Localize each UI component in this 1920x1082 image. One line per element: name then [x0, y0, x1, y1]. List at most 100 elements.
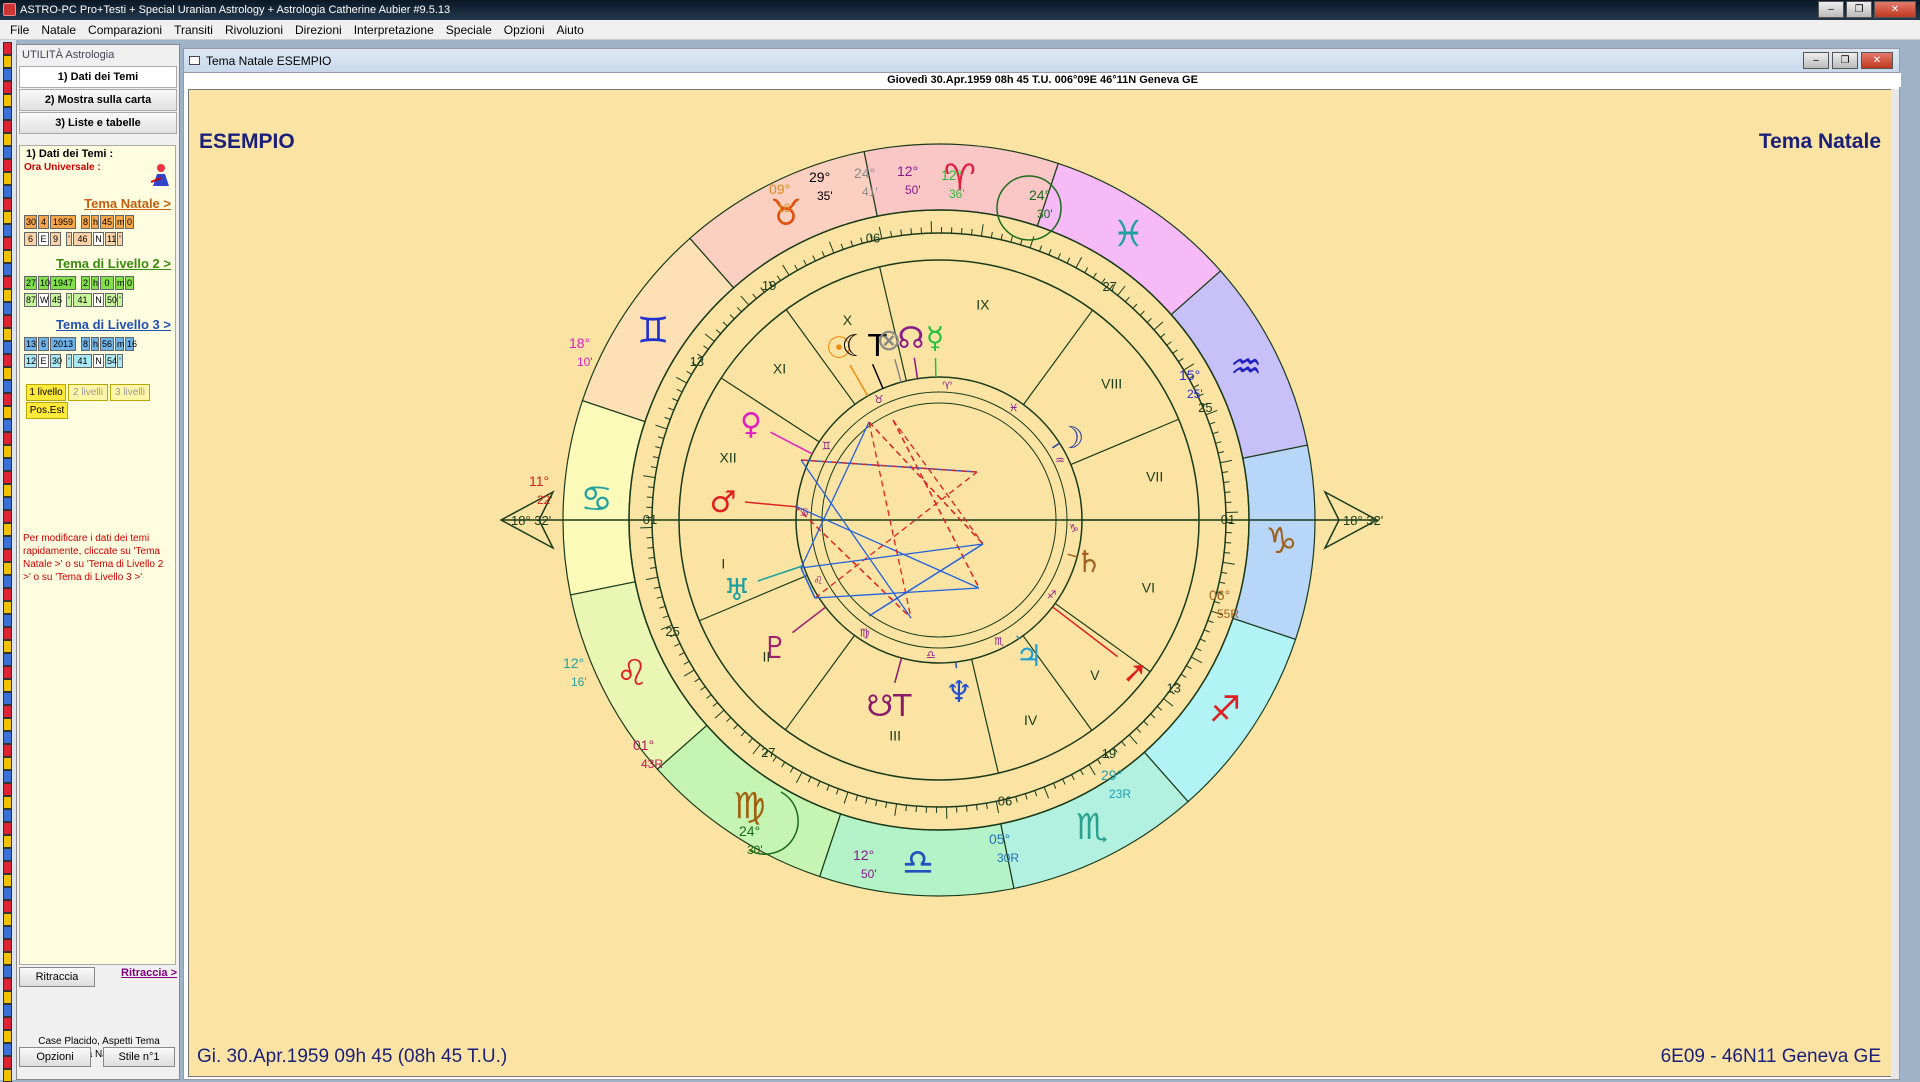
planet-venus: ♀	[740, 407, 762, 442]
data-cell[interactable]: h	[91, 215, 99, 229]
data-cell[interactable]: 0	[100, 276, 114, 290]
tema3-date-row[interactable]: 1362013 8h56m16	[24, 337, 134, 351]
stripe-block	[3, 172, 12, 185]
child-close-button[interactable]: ✕	[1861, 52, 1893, 69]
data-cell[interactable]: 8	[81, 215, 90, 229]
menu-interpretazione[interactable]: Interpretazione	[348, 23, 440, 37]
data-cell[interactable]: '	[66, 354, 72, 368]
livello1-button[interactable]: 1 livello	[26, 384, 66, 401]
degree-tick	[726, 718, 730, 722]
data-cell[interactable]: 16	[125, 337, 134, 351]
menu-opzioni[interactable]: Opzioni	[498, 23, 551, 37]
data-cell[interactable]: 2013	[50, 337, 76, 351]
data-cell[interactable]: h	[91, 337, 99, 351]
data-cell[interactable]: 9	[50, 232, 61, 246]
degree-tick	[790, 767, 793, 772]
data-cell[interactable]: N	[93, 293, 104, 307]
minimize-button[interactable]: ‒	[1818, 1, 1844, 18]
data-cell[interactable]: 41	[73, 354, 92, 368]
tema-natale-coord-row[interactable]: 6E9'46N11'	[24, 232, 123, 246]
data-cell[interactable]: 45	[100, 215, 114, 229]
child-restore-button[interactable]: ❐	[1832, 52, 1858, 69]
data-cell[interactable]: 87	[24, 293, 37, 307]
livello3-button[interactable]: 3 livelli	[110, 384, 150, 401]
degree-tick	[1173, 350, 1178, 353]
data-cell[interactable]: 11	[105, 232, 116, 246]
menu-transiti[interactable]: Transiti	[168, 23, 219, 37]
degree-tick	[1213, 432, 1219, 434]
data-cell[interactable]: '	[117, 232, 123, 246]
data-cell[interactable]: m	[115, 337, 124, 351]
data-cell[interactable]: 1947	[50, 276, 76, 290]
data-cell[interactable]: 30	[50, 354, 61, 368]
ritraccia-link[interactable]: Ritraccia >	[121, 967, 177, 979]
data-cell[interactable]: 56	[100, 337, 114, 351]
degree-tick	[1196, 648, 1201, 651]
close-button[interactable]: ✕	[1874, 1, 1916, 18]
data-cell[interactable]: 27	[24, 276, 37, 290]
livello2-button[interactable]: 2 livelli	[68, 384, 108, 401]
degree-tick	[695, 678, 700, 681]
degree-tick	[1167, 342, 1172, 346]
data-cell[interactable]: 1959	[50, 215, 76, 229]
data-cell[interactable]: 30	[24, 215, 37, 229]
data-cell[interactable]: N	[93, 232, 104, 246]
data-cell[interactable]: 10	[38, 276, 49, 290]
data-cell[interactable]: 0	[125, 215, 134, 229]
data-cell[interactable]: E	[38, 354, 49, 368]
opzioni-button[interactable]: Opzioni	[19, 1047, 91, 1067]
tema-livello2-link[interactable]: Tema di Livello 2 >	[56, 256, 171, 271]
data-cell[interactable]: 45	[50, 293, 61, 307]
data-cell[interactable]: h	[91, 276, 99, 290]
pos-est-button[interactable]: Pos.Est	[26, 402, 68, 419]
tema3-coord-row[interactable]: 12E30'41N54'	[24, 354, 123, 368]
window-icon	[189, 56, 200, 65]
mostra-carta-button[interactable]: 2) Mostra sulla carta	[19, 89, 177, 111]
zodiac-glyph-scorpio: ♏	[1076, 807, 1108, 848]
data-cell[interactable]: '	[117, 354, 123, 368]
tema-livello3-link[interactable]: Tema di Livello 3 >	[56, 317, 171, 332]
data-cell[interactable]: W	[38, 293, 49, 307]
data-cell[interactable]: 8	[81, 337, 90, 351]
data-cell[interactable]: 13	[24, 337, 37, 351]
menu-rivoluzioni[interactable]: Rivoluzioni	[219, 23, 289, 37]
dati-temi-button[interactable]: 1) Dati dei Temi	[19, 66, 177, 88]
vertical-scrollbar[interactable]	[1891, 89, 1899, 1079]
data-cell[interactable]: 6	[38, 337, 49, 351]
data-cell[interactable]: '	[66, 232, 72, 246]
menu-natale[interactable]: Natale	[35, 23, 82, 37]
data-cell[interactable]: 54	[105, 354, 116, 368]
data-cell[interactable]: m	[115, 215, 124, 229]
data-cell[interactable]: 4	[38, 215, 49, 229]
data-cell[interactable]: N	[93, 354, 104, 368]
ritraccia-button[interactable]: Ritraccia	[19, 967, 95, 987]
child-minimize-button[interactable]: ‒	[1803, 52, 1829, 69]
stripe-block	[3, 133, 12, 146]
chart-infobar: Giovedì 30.Apr.1959 08h 45 T.U. 006°09E …	[184, 73, 1901, 87]
data-cell[interactable]: 0	[125, 276, 134, 290]
data-cell[interactable]: 12	[24, 354, 37, 368]
menu-aiuto[interactable]: Aiuto	[550, 23, 589, 37]
data-cell[interactable]: m	[115, 276, 124, 290]
liste-tabelle-button[interactable]: 3) Liste e tabelle	[19, 112, 177, 134]
menu-comparazioni[interactable]: Comparazioni	[82, 23, 168, 37]
tema2-coord-row[interactable]: 87W45'41N50'	[24, 293, 123, 307]
data-cell[interactable]: 46	[73, 232, 92, 246]
data-cell[interactable]: 2	[81, 276, 90, 290]
tema2-date-row[interactable]: 271019472h0m0	[24, 276, 134, 290]
data-cell[interactable]: '	[117, 293, 123, 307]
data-cell[interactable]: '	[66, 293, 72, 307]
data-cell[interactable]: 41	[73, 293, 92, 307]
data-cell[interactable]: 50	[105, 293, 116, 307]
maximize-button[interactable]: ❐	[1846, 1, 1872, 18]
menu-direzioni[interactable]: Direzioni	[289, 23, 348, 37]
house-cusp-line	[699, 575, 807, 620]
data-cell[interactable]: 6	[24, 232, 37, 246]
stile-button[interactable]: Stile n°1	[103, 1047, 175, 1067]
menu-speciale[interactable]: Speciale	[440, 23, 498, 37]
tema-natale-date-row[interactable]: 3041959 8h45m0	[24, 215, 134, 229]
menu-file[interactable]: File	[4, 23, 35, 37]
data-cell[interactable]: E	[38, 232, 49, 246]
inner-sign-glyph: ♍	[860, 627, 870, 640]
tema-natale-link[interactable]: Tema Natale >	[84, 196, 171, 211]
